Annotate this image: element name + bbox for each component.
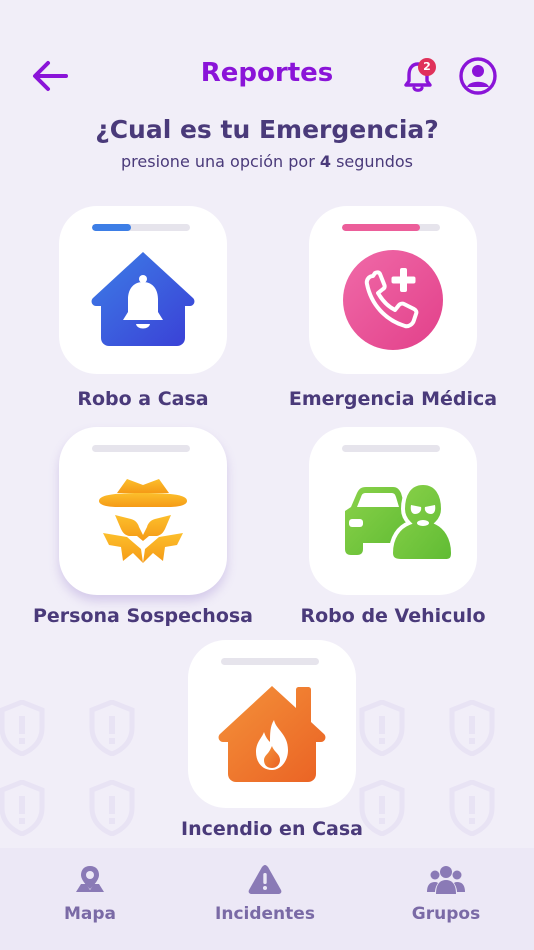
hold-progress-bar [221, 658, 319, 665]
emergency-label: Robo a Casa [77, 388, 209, 410]
warning-icon [248, 865, 282, 894]
emergency-card-incendio[interactable] [188, 640, 356, 808]
press-instruction: presione una opción por 4 segundos [121, 152, 413, 171]
page-title: Reportes [200, 58, 334, 88]
suspect-person-icon [99, 479, 187, 563]
emergency-label: Incendio en Casa [181, 818, 363, 840]
group-icon [427, 866, 465, 894]
house-fire-icon [218, 686, 326, 782]
emergency-label: Robo de Vehiculo [300, 605, 486, 627]
emergency-card-robo-casa[interactable] [59, 206, 227, 374]
medical-phone-icon [343, 250, 443, 350]
nav-item-grupos[interactable]: Grupos [386, 862, 506, 932]
nav-item-incidentes[interactable]: Incidentes [205, 862, 325, 932]
emergency-label: Emergencia Médica [288, 388, 498, 410]
hold-progress-bar [342, 445, 440, 452]
emergency-card-medica[interactable] [309, 206, 477, 374]
app-header: Reportes 2 [0, 50, 534, 100]
nav-label: Grupos [411, 904, 481, 924]
hold-progress-bar [92, 224, 190, 231]
bottom-navigation: Mapa Incidentes Grupos [0, 848, 534, 950]
nav-label: Incidentes [215, 904, 315, 924]
map-pin-icon [76, 866, 104, 892]
emergency-label: Persona Sospechosa [32, 605, 253, 627]
user-profile-icon[interactable] [458, 56, 498, 96]
car-thief-icon [345, 480, 453, 563]
house-bell-icon [91, 252, 195, 346]
notification-badge: 2 [418, 58, 436, 76]
emergency-question: ¿Cual es tu Emergencia? [95, 115, 439, 144]
emergency-card-sospechosa[interactable] [59, 427, 227, 595]
hold-progress-bar [342, 224, 440, 231]
press-seconds: 4 [319, 152, 331, 171]
hold-progress-bar [92, 445, 190, 452]
nav-item-mapa[interactable]: Mapa [30, 862, 150, 932]
nav-label: Mapa [63, 904, 117, 924]
emergency-card-vehiculo[interactable] [309, 427, 477, 595]
